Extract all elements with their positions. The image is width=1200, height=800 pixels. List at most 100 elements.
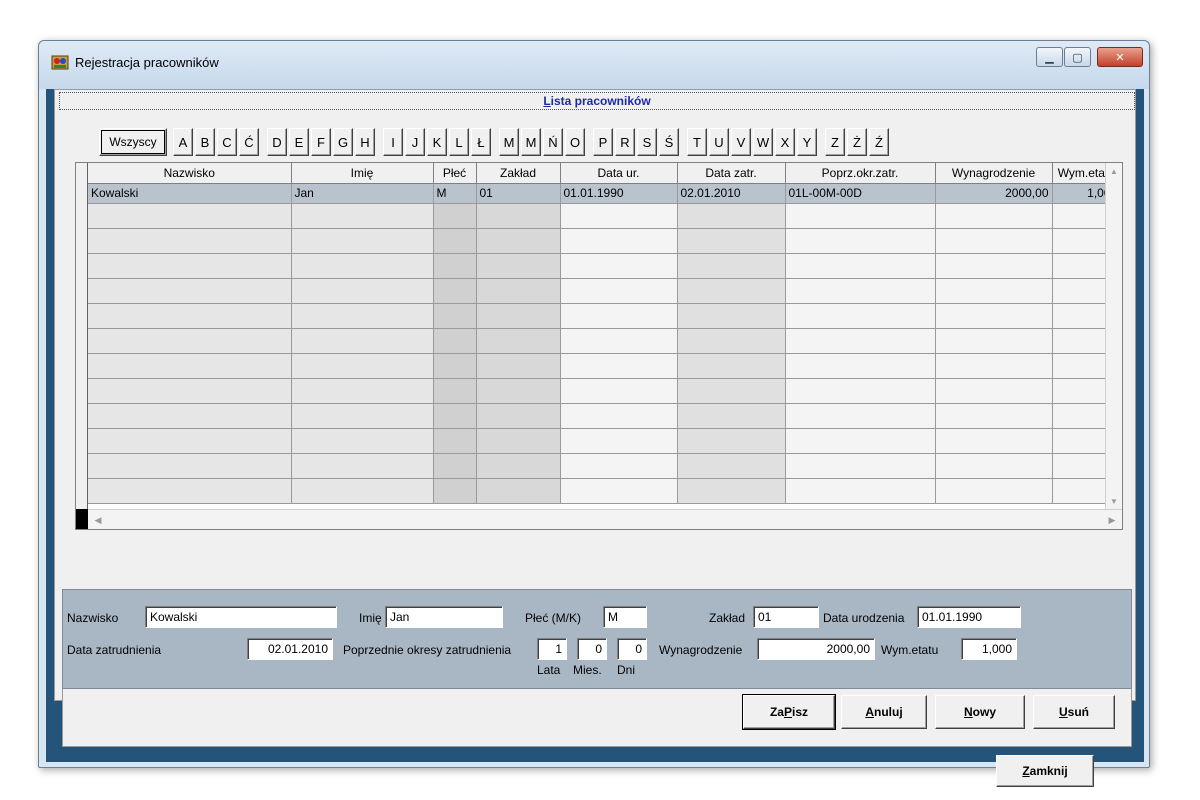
table-row[interactable] <box>88 328 1115 354</box>
table-row[interactable] <box>88 228 1115 254</box>
nazwisko-input[interactable]: Kowalski <box>145 606 337 628</box>
grid-corner <box>76 509 88 529</box>
table-row[interactable]: Kowalski Jan M 01 01.01.1990 02.01.2010 01L-00… <box>88 183 1115 204</box>
table-row[interactable] <box>88 253 1115 279</box>
plec-input[interactable]: M <box>603 606 647 628</box>
letter-filter-button[interactable]: M <box>521 128 541 156</box>
table-cell <box>785 203 936 229</box>
letter-filter-button[interactable]: M <box>499 128 519 156</box>
data-urodzenia-input[interactable]: 01.01.1990 <box>917 606 1021 628</box>
zamknij-button[interactable]: Zamknij <box>996 755 1094 787</box>
table-cell <box>291 328 434 354</box>
letter-filter-button[interactable]: Z <box>825 128 845 156</box>
letter-filter-button[interactable]: R <box>615 128 635 156</box>
imie-input[interactable]: Jan <box>385 606 503 628</box>
zamknij-label: Zamknij <box>1022 764 1068 778</box>
wymiar-etatu-input[interactable]: 1,000 <box>961 638 1017 660</box>
table-row[interactable] <box>88 278 1115 304</box>
letter-filter-button[interactable]: P <box>593 128 613 156</box>
letter-filter-button[interactable]: J <box>405 128 425 156</box>
letter-filter-button[interactable]: Ś <box>659 128 679 156</box>
table-row[interactable] <box>88 303 1115 329</box>
miesiace-input[interactable]: 0 <box>577 638 607 660</box>
letter-filter-button[interactable]: A <box>173 128 193 156</box>
table-cell <box>560 328 678 354</box>
letter-filter-button[interactable]: Ź <box>869 128 889 156</box>
table-row[interactable] <box>88 203 1115 229</box>
wynagrodzenie-input[interactable]: 2000,00 <box>757 638 875 660</box>
letter-filter-button[interactable]: I <box>383 128 403 156</box>
letter-filter-button[interactable]: E <box>289 128 309 156</box>
lata-input[interactable]: 1 <box>537 638 567 660</box>
anuluj-label: Anuluj <box>865 705 903 719</box>
scroll-right-icon[interactable]: ▶ <box>1104 512 1120 528</box>
table-cell <box>291 403 434 429</box>
letter-filter-button[interactable]: V <box>731 128 751 156</box>
table-row[interactable] <box>88 378 1115 404</box>
scroll-left-icon[interactable]: ◀ <box>90 512 106 528</box>
letter-filter-button[interactable]: Ć <box>239 128 259 156</box>
dni-input[interactable]: 0 <box>617 638 647 660</box>
column-header[interactable]: Poprz.okr.zatr. <box>785 163 936 184</box>
nowy-label: Nowy <box>963 705 996 719</box>
table-cell <box>433 328 477 354</box>
letter-filter-button[interactable]: Ż <box>847 128 867 156</box>
column-header[interactable]: Data zatr. <box>677 163 786 184</box>
table-row[interactable] <box>88 453 1115 479</box>
letter-filter-button[interactable]: H <box>355 128 375 156</box>
minimize-button[interactable]: ▁ <box>1036 47 1063 67</box>
table-cell <box>560 253 678 279</box>
table-cell <box>476 278 561 304</box>
vertical-scrollbar[interactable]: ▲ ▼ <box>1105 163 1122 510</box>
letter-filter-button[interactable]: B <box>195 128 215 156</box>
letter-filter-button[interactable]: Y <box>797 128 817 156</box>
column-header[interactable]: Zakład <box>476 163 561 184</box>
usun-button[interactable]: Usuń <box>1033 695 1115 729</box>
table-row[interactable] <box>88 353 1115 379</box>
scroll-up-icon[interactable]: ▲ <box>1106 163 1122 180</box>
letter-filter-button[interactable]: W <box>753 128 773 156</box>
letter-filter-button[interactable]: D <box>267 128 287 156</box>
maximize-button[interactable]: ▢ <box>1064 47 1091 67</box>
letter-filter-button[interactable]: F <box>311 128 331 156</box>
table-cell <box>560 303 678 329</box>
close-window-button[interactable]: ✕ <box>1097 47 1143 67</box>
table-cell: 2000,00 <box>935 183 1053 204</box>
data-zatrudnienia-input[interactable]: 02.01.2010 <box>247 638 333 660</box>
letter-filter-button[interactable]: S <box>637 128 657 156</box>
column-header[interactable]: Wynagrodzenie <box>935 163 1053 184</box>
scroll-down-icon[interactable]: ▼ <box>1106 493 1122 510</box>
letter-filter-button[interactable]: X <box>775 128 795 156</box>
table-cell: 02.01.2010 <box>677 183 786 204</box>
table-cell <box>433 378 477 404</box>
table-row[interactable] <box>88 478 1115 504</box>
filter-all-button[interactable]: Wszyscy <box>99 128 167 156</box>
title-bar[interactable]: Rejestracja pracowników ▁ ▢ ✕ <box>39 41 1149 89</box>
anuluj-button[interactable]: Anuluj <box>841 695 927 729</box>
letter-filter-button[interactable]: K <box>427 128 447 156</box>
table-row[interactable] <box>88 403 1115 429</box>
column-header[interactable]: Nazwisko <box>88 163 292 184</box>
window-title: Rejestracja pracowników <box>75 55 219 70</box>
table-cell <box>677 353 786 379</box>
column-header[interactable]: Płeć <box>433 163 477 184</box>
zapisz-button[interactable]: ZaPisz <box>742 694 836 730</box>
zaklad-input[interactable]: 01 <box>753 606 819 628</box>
horizontal-scrollbar[interactable]: ◀ ▶ <box>88 509 1122 529</box>
letter-filter-button[interactable]: O <box>565 128 585 156</box>
column-header[interactable]: Imię <box>291 163 434 184</box>
table-row[interactable] <box>88 428 1115 454</box>
letter-filter-button[interactable]: C <box>217 128 237 156</box>
letter-filter-button[interactable]: T <box>687 128 707 156</box>
client-area: Lista pracowników Wszyscy ABCĆDEFGHIJKLŁ… <box>46 89 1144 787</box>
letter-filter-button[interactable]: U <box>709 128 729 156</box>
nowy-button[interactable]: Nowy <box>935 695 1025 729</box>
column-header[interactable]: Data ur. <box>560 163 678 184</box>
table-cell <box>560 453 678 479</box>
letter-filter-button[interactable]: L <box>449 128 469 156</box>
table-header-row: Nazwisko Imię Płeć Zakład Data ur. Data zatr.… <box>88 163 1115 184</box>
letter-filter-button[interactable]: Ń <box>543 128 563 156</box>
employee-grid[interactable]: Nazwisko Imię Płeć Zakład Data ur. Data zatr.… <box>75 162 1123 530</box>
letter-filter-button[interactable]: G <box>333 128 353 156</box>
letter-filter-button[interactable]: Ł <box>471 128 491 156</box>
